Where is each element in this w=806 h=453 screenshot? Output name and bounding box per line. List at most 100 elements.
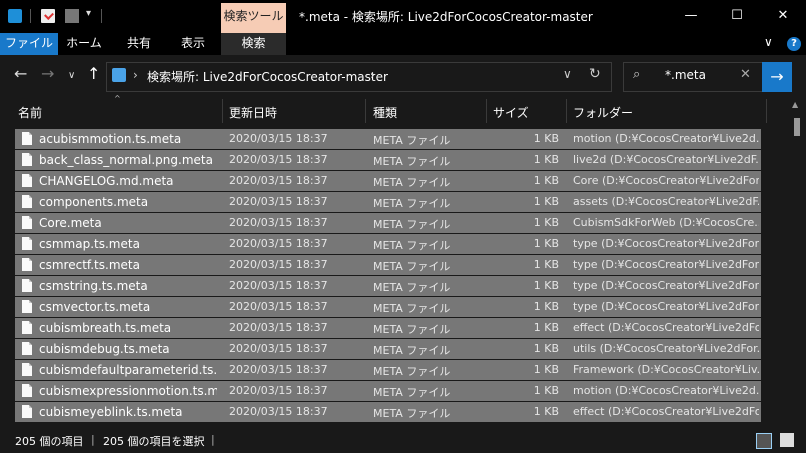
search-query[interactable]: *.meta — [665, 68, 706, 82]
file-name[interactable]: cubismdefaultparameterid.ts.m... — [39, 363, 217, 377]
file-row[interactable]: csmmap.ts.meta 2020/03/15 18:37 META ファイ… — [15, 234, 761, 255]
file-type: META ファイル — [373, 239, 451, 252]
file-name[interactable]: csmmap.ts.meta — [39, 237, 217, 251]
properties-icon[interactable] — [41, 9, 55, 23]
details-view-icon[interactable] — [756, 433, 772, 449]
file-name[interactable]: CHANGELOG.md.meta — [39, 174, 217, 188]
file-row[interactable]: components.meta 2020/03/15 18:37 META ファ… — [15, 192, 761, 213]
refresh-icon[interactable]: ↻ — [589, 66, 601, 82]
file-size: 1 KB — [533, 258, 559, 271]
file-name[interactable]: csmvector.ts.meta — [39, 300, 217, 314]
address-dropdown-icon[interactable]: ∨ — [563, 67, 572, 81]
breadcrumb[interactable]: 検索場所: Live2dForCocosCreator-master — [147, 68, 388, 85]
breadcrumb-chevron-icon[interactable]: › — [370, 68, 375, 82]
file-row[interactable]: cubismexpressionmotion.ts.meta 2020/03/1… — [15, 381, 761, 402]
clear-search-icon[interactable]: ✕ — [740, 67, 751, 82]
file-date: 2020/03/15 18:37 — [229, 153, 328, 166]
toolbar-divider — [30, 9, 31, 23]
file-name[interactable]: cubismexpressionmotion.ts.meta — [39, 384, 217, 398]
file-folder: effect (D:¥CocosCreator¥Live2dFo... — [573, 321, 759, 334]
column-divider[interactable] — [486, 99, 487, 123]
file-name[interactable]: Core.meta — [39, 216, 217, 230]
file-folder: utils (D:¥CocosCreator¥Live2dFor... — [573, 342, 759, 355]
file-date: 2020/03/15 18:37 — [229, 279, 328, 292]
file-row[interactable]: acubismmotion.ts.meta 2020/03/15 18:37 M… — [15, 129, 761, 150]
breadcrumb-chevron-icon[interactable]: › — [133, 68, 138, 82]
search-results-folder-icon — [112, 68, 126, 82]
file-name[interactable]: cubismbreath.ts.meta — [39, 321, 217, 335]
sort-ascending-icon: ^ — [114, 94, 121, 103]
file-size: 1 KB — [533, 405, 559, 418]
column-divider[interactable] — [365, 99, 366, 123]
file-folder: assets (D:¥CocosCreator¥Live2dF... — [573, 195, 759, 208]
forward-button[interactable]: → — [41, 64, 54, 83]
scroll-up-icon[interactable]: ▲ — [792, 100, 798, 109]
tab-search[interactable]: 検索 — [221, 33, 286, 55]
file-size: 1 KB — [533, 363, 559, 376]
file-row[interactable]: csmrectf.ts.meta 2020/03/15 18:37 META フ… — [15, 255, 761, 276]
status-divider: | — [91, 433, 95, 446]
file-type: META ファイル — [373, 134, 451, 147]
column-name[interactable]: 名前 — [18, 104, 42, 121]
tab-home[interactable]: ホーム — [58, 33, 110, 55]
file-row[interactable]: CHANGELOG.md.meta 2020/03/15 18:37 META … — [15, 171, 761, 192]
column-divider[interactable] — [222, 99, 223, 123]
file-type: META ファイル — [373, 155, 451, 168]
file-folder: type (D:¥CocosCreator¥Live2dFor... — [573, 258, 759, 271]
tab-share[interactable]: 共有 — [113, 33, 165, 55]
file-name[interactable]: cubismdebug.ts.meta — [39, 342, 217, 356]
column-divider[interactable] — [566, 99, 567, 123]
column-divider[interactable] — [766, 99, 767, 123]
file-row[interactable]: csmstring.ts.meta 2020/03/15 18:37 META … — [15, 276, 761, 297]
file-row[interactable]: Core.meta 2020/03/15 18:37 META ファイル 1 K… — [15, 213, 761, 234]
new-folder-icon[interactable] — [65, 9, 79, 23]
back-button[interactable]: ← — [14, 64, 27, 83]
file-type: META ファイル — [373, 176, 451, 189]
ribbon-collapse-icon[interactable]: ∨ — [764, 35, 773, 49]
file-folder: Core (D:¥CocosCreator¥Live2dFor... — [573, 174, 759, 187]
file-name[interactable]: acubismmotion.ts.meta — [39, 132, 217, 146]
selected-count: 205 個の項目を選択 — [103, 435, 205, 448]
vertical-scrollbar[interactable] — [788, 98, 806, 426]
file-date: 2020/03/15 18:37 — [229, 405, 328, 418]
column-folder[interactable]: フォルダー — [573, 104, 633, 121]
up-button[interactable]: ↑ — [87, 64, 100, 83]
folder-icon[interactable] — [8, 9, 22, 23]
file-date: 2020/03/15 18:37 — [229, 195, 328, 208]
minimize-button[interactable]: — — [668, 0, 714, 31]
maximize-button[interactable]: ☐ — [714, 0, 760, 31]
help-icon[interactable]: ? — [787, 37, 801, 51]
file-date: 2020/03/15 18:37 — [229, 384, 328, 397]
file-name[interactable]: csmrectf.ts.meta — [39, 258, 217, 272]
file-size: 1 KB — [533, 300, 559, 313]
file-size: 1 KB — [533, 153, 559, 166]
column-type[interactable]: 種類 — [373, 104, 397, 121]
file-name[interactable]: csmstring.ts.meta — [39, 279, 217, 293]
file-row[interactable]: cubismbreath.ts.meta 2020/03/15 18:37 ME… — [15, 318, 761, 339]
scrollbar-thumb[interactable] — [794, 118, 800, 136]
file-row[interactable]: cubismdefaultparameterid.ts.m... 2020/03… — [15, 360, 761, 381]
tab-file[interactable]: ファイル — [0, 33, 58, 55]
file-name[interactable]: back_class_normal.png.meta — [39, 153, 217, 167]
large-icons-view-icon[interactable] — [780, 433, 794, 447]
file-row[interactable]: cubismdebug.ts.meta 2020/03/15 18:37 MET… — [15, 339, 761, 360]
file-size: 1 KB — [533, 237, 559, 250]
close-button[interactable]: ✕ — [760, 0, 806, 31]
file-icon — [22, 237, 32, 250]
column-date[interactable]: 更新日時 — [229, 104, 277, 121]
file-folder: effect (D:¥CocosCreator¥Live2dFo... — [573, 405, 759, 418]
file-icon — [22, 174, 32, 187]
file-row[interactable]: cubismeyeblink.ts.meta 2020/03/15 18:37 … — [15, 402, 761, 423]
column-size[interactable]: サイズ — [493, 104, 529, 121]
file-name[interactable]: components.meta — [39, 195, 217, 209]
file-size: 1 KB — [533, 279, 559, 292]
search-icon: ⌕ — [633, 67, 641, 82]
quick-access-dropdown-icon[interactable]: ▾ — [86, 8, 91, 19]
file-folder: motion (D:¥CocosCreator¥Live2d... — [573, 132, 759, 145]
tab-view[interactable]: 表示 — [167, 33, 219, 55]
file-name[interactable]: cubismeyeblink.ts.meta — [39, 405, 217, 419]
recent-locations-button[interactable]: ∨ — [68, 70, 75, 81]
file-row[interactable]: back_class_normal.png.meta 2020/03/15 18… — [15, 150, 761, 171]
search-go-button[interactable]: → — [762, 62, 792, 92]
file-row[interactable]: csmvector.ts.meta 2020/03/15 18:37 META … — [15, 297, 761, 318]
